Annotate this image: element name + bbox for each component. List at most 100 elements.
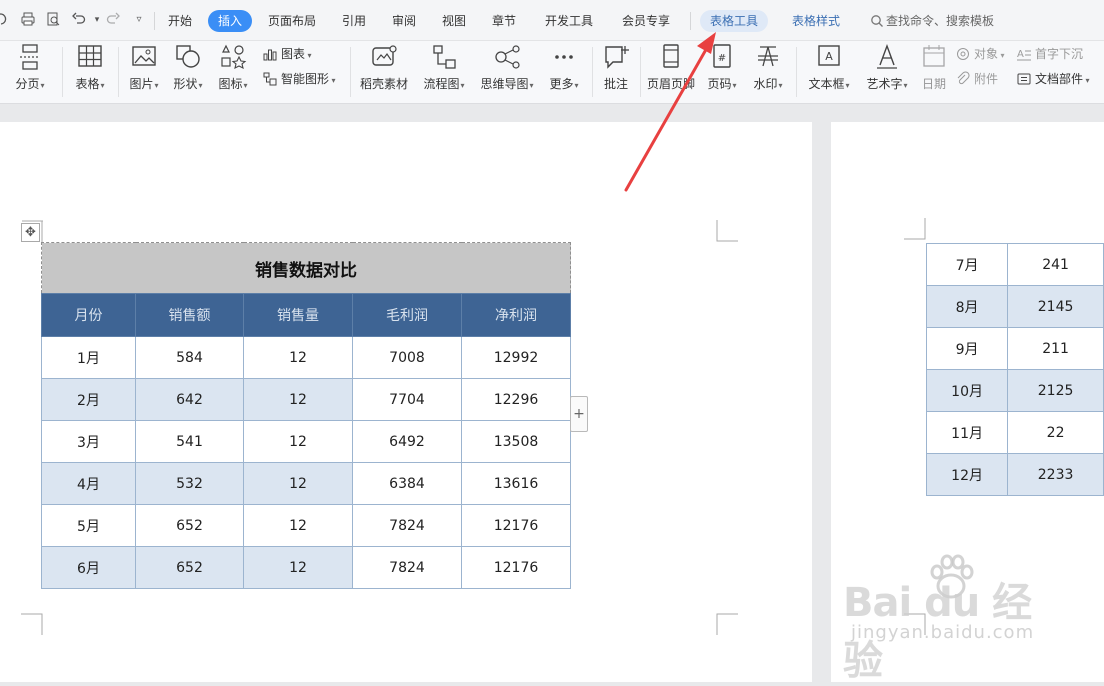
table-cell[interactable]: 12 <box>243 420 353 463</box>
table-cell[interactable]: 3月 <box>41 420 136 463</box>
table-cell[interactable]: 642 <box>135 378 244 421</box>
insert-textbox-button[interactable]: A 文本框▾ <box>804 43 854 93</box>
table-row: 8月 2145 <box>925 285 1104 328</box>
table-cell[interactable]: 12176 <box>461 546 571 589</box>
sales-table[interactable]: 销售数据对比 月份 销售额 销售量 毛利润 净利润 1月 584 12 7008… <box>41 242 571 589</box>
tab-table-tools[interactable]: 表格工具 <box>700 10 769 32</box>
table-cell[interactable]: 13508 <box>461 420 571 463</box>
table-header-cell[interactable]: 毛利润 <box>352 293 462 337</box>
insert-smart-graphic-button[interactable]: 智能图形 ▾ <box>262 69 336 89</box>
table-cell[interactable]: 7824 <box>352 546 462 589</box>
table-icon <box>78 45 102 67</box>
tab-home[interactable]: 开始 <box>158 10 202 32</box>
table-row: 4月 532 12 6384 13616 <box>41 462 571 505</box>
table-cell[interactable]: 7008 <box>352 336 462 379</box>
table-cell[interactable]: 12月 <box>925 453 1009 496</box>
flowchart-icon <box>433 45 456 69</box>
insert-flowchart-button[interactable]: 流程图▾ <box>420 43 468 93</box>
table-cell[interactable]: 211 <box>1007 327 1104 370</box>
table-cell[interactable]: 6384 <box>352 462 462 505</box>
table-cell[interactable]: 9月 <box>925 327 1009 370</box>
table-cell[interactable]: 1月 <box>41 336 136 379</box>
more-button[interactable]: 更多▾ <box>544 43 584 93</box>
table-header-cell[interactable]: 净利润 <box>461 293 571 337</box>
table-cell[interactable]: 12 <box>243 462 353 505</box>
table-cell[interactable]: 12 <box>243 378 353 421</box>
customize-quick-access-icon[interactable]: ▿ <box>130 11 148 29</box>
tab-review[interactable]: 审阅 <box>382 10 426 32</box>
table-header-cell[interactable]: 月份 <box>41 293 136 337</box>
insert-wordart-button[interactable]: 艺术字▾ <box>862 43 912 93</box>
table-cell[interactable]: 2125 <box>1007 369 1104 412</box>
tab-table-style[interactable]: 表格样式 <box>782 10 850 32</box>
table-title[interactable]: 销售数据对比 <box>41 242 571 294</box>
table-cell[interactable]: 12176 <box>461 504 571 547</box>
tab-member[interactable]: 会员专享 <box>612 10 680 32</box>
save-icon[interactable] <box>0 11 10 29</box>
page-number-button[interactable]: # 页码▾ <box>704 43 740 93</box>
table-cell[interactable]: 584 <box>135 336 244 379</box>
table-move-handle[interactable]: ✥ <box>21 223 40 242</box>
insert-picture-button[interactable]: 图片▾ <box>126 43 162 93</box>
tab-developer[interactable]: 开发工具 <box>535 10 603 32</box>
add-column-button[interactable]: + <box>570 396 588 432</box>
insert-icon-button[interactable]: 图标▾ <box>215 43 251 93</box>
doc-parts-button[interactable]: 文档部件 ▾ <box>1016 69 1090 89</box>
sales-table-continued[interactable]: 7月 241 8月 2145 9月 211 10月 2125 11月 22 12… <box>925 243 1104 496</box>
table-cell[interactable]: 8月 <box>925 285 1009 328</box>
table-cell[interactable]: 5月 <box>41 504 136 547</box>
table-cell[interactable]: 7月 <box>925 243 1009 286</box>
table-cell[interactable]: 7704 <box>352 378 462 421</box>
insert-date-button[interactable]: 日期 <box>918 43 950 91</box>
print-icon[interactable] <box>19 11 37 29</box>
command-search[interactable]: 查找命令、搜索模板 <box>870 10 994 32</box>
tab-page-layout[interactable]: 页面布局 <box>258 10 326 32</box>
table-header-cell[interactable]: 销售额 <box>135 293 244 337</box>
docer-material-button[interactable]: 稻壳素材 <box>358 43 410 91</box>
table-cell[interactable]: 12 <box>243 336 353 379</box>
watermark-button[interactable]: 水印▾ <box>748 43 788 93</box>
insert-table-button[interactable]: 表格▾ <box>70 43 110 93</box>
table-cell[interactable]: 532 <box>135 462 244 505</box>
table-cell[interactable]: 652 <box>135 546 244 589</box>
insert-attachment-button[interactable]: 附件 <box>955 69 998 89</box>
tab-insert[interactable]: 插入 <box>208 10 253 32</box>
table-cell[interactable]: 652 <box>135 504 244 547</box>
table-cell[interactable]: 7824 <box>352 504 462 547</box>
page-break-button[interactable]: 分页▾ <box>10 43 50 93</box>
undo-icon[interactable] <box>70 11 88 29</box>
table-cell[interactable]: 22 <box>1007 411 1104 454</box>
table-cell[interactable]: 6月 <box>41 546 136 589</box>
table-cell[interactable]: 11月 <box>925 411 1009 454</box>
table-cell[interactable]: 12 <box>243 504 353 547</box>
search-icon <box>871 15 883 27</box>
page-number-label: 页码 <box>707 77 732 91</box>
table-cell[interactable]: 2月 <box>41 378 136 421</box>
tab-references[interactable]: 引用 <box>332 10 376 32</box>
table-cell[interactable]: 541 <box>135 420 244 463</box>
table-cell[interactable]: 13616 <box>461 462 571 505</box>
table-cell[interactable]: 2145 <box>1007 285 1104 328</box>
table-label: 表格 <box>75 77 100 91</box>
table-cell[interactable]: 2233 <box>1007 453 1104 496</box>
header-footer-button[interactable]: 页眉页脚 <box>646 43 696 91</box>
insert-shape-button[interactable]: 形状▾ <box>170 43 206 93</box>
insert-chart-button[interactable]: 图表 ▾ <box>262 44 312 64</box>
table-cell[interactable]: 12 <box>243 546 353 589</box>
tab-chapter[interactable]: 章节 <box>482 10 526 32</box>
svg-text:A: A <box>825 50 833 63</box>
print-preview-icon[interactable] <box>44 11 62 29</box>
table-cell[interactable]: 12992 <box>461 336 571 379</box>
table-cell[interactable]: 4月 <box>41 462 136 505</box>
table-cell[interactable]: 10月 <box>925 369 1009 412</box>
tab-view[interactable]: 视图 <box>432 10 476 32</box>
table-cell[interactable]: 12296 <box>461 378 571 421</box>
insert-mindmap-button[interactable]: 思维导图▾ <box>476 43 538 93</box>
redo-icon[interactable] <box>104 11 122 29</box>
table-header-cell[interactable]: 销售量 <box>243 293 353 337</box>
insert-comment-button[interactable]: 批注 <box>600 43 632 91</box>
insert-object-button[interactable]: 对象 ▾ <box>955 44 1005 64</box>
table-cell[interactable]: 241 <box>1007 243 1104 286</box>
table-cell[interactable]: 6492 <box>352 420 462 463</box>
drop-cap-button[interactable]: A 首字下沉 <box>1016 44 1083 64</box>
